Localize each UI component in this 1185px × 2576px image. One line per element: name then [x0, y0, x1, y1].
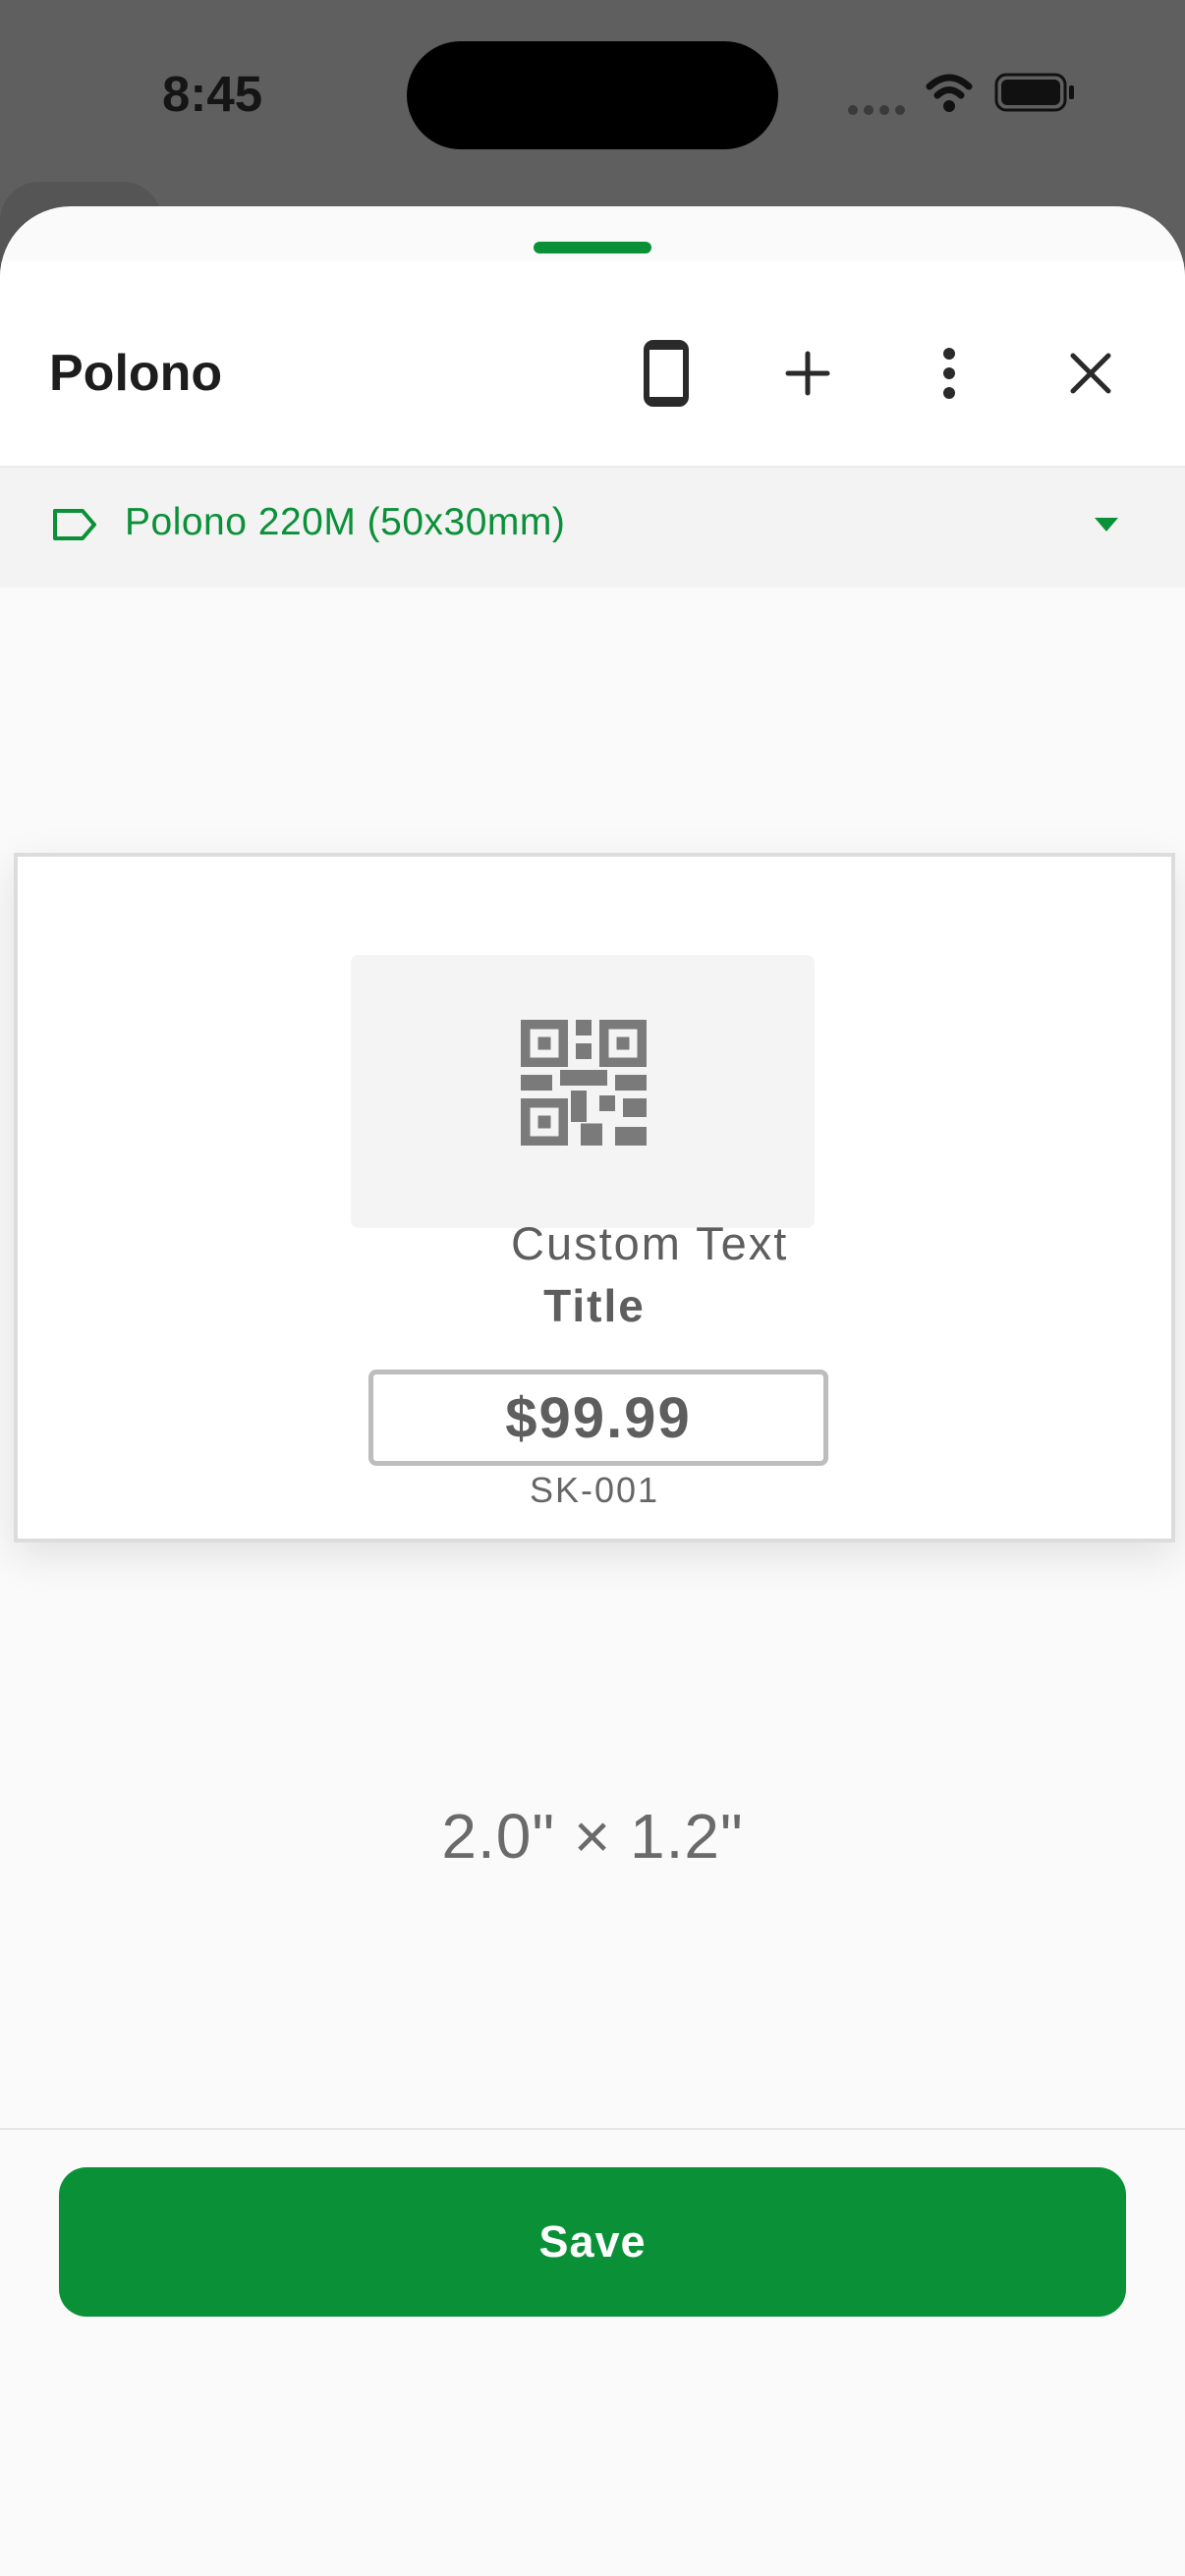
- wifi-icon: [926, 74, 973, 112]
- sheet-title: Polono: [49, 345, 223, 402]
- price-field[interactable]: $99.99: [368, 1370, 828, 1466]
- save-button[interactable]: Save: [59, 2167, 1126, 2317]
- status-icons: [845, 69, 1081, 118]
- sheet-grabber-handle[interactable]: [534, 242, 651, 253]
- label-preview: Custom Text Title $99.99 SK-001: [14, 853, 1175, 1542]
- tag-icon: [53, 509, 96, 540]
- footer-divider: [0, 2128, 1185, 2130]
- close-icon: [1070, 353, 1111, 394]
- custom-text-field[interactable]: Custom Text: [511, 1216, 788, 1270]
- sheet-header: Polono: [0, 261, 1185, 466]
- qr-code-icon: [521, 1020, 647, 1146]
- plus-icon: [785, 351, 830, 396]
- bottom-sheet: Polono Polono 220M (50x30mm) Custom Text…: [0, 206, 1185, 2576]
- status-bar: 8:45: [0, 0, 1185, 196]
- dynamic-island: [407, 41, 778, 149]
- more-options-button[interactable]: [902, 326, 996, 420]
- label-size-dropdown[interactable]: Polono 220M (50x30mm): [0, 466, 1185, 588]
- chevron-down-icon: [1095, 518, 1118, 532]
- cellular-signal-icon: [848, 73, 1074, 115]
- device-button[interactable]: [619, 326, 713, 420]
- battery-icon: [994, 73, 1074, 112]
- close-button[interactable]: [1044, 326, 1138, 420]
- label-title-field[interactable]: Title: [18, 1279, 1171, 1332]
- label-dimensions: 2.0" × 1.2": [441, 1801, 744, 1872]
- sku-field[interactable]: SK-001: [18, 1470, 1171, 1511]
- phone-icon: [644, 340, 689, 407]
- more-vertical-icon: [943, 348, 955, 399]
- label-size-text: Polono 220M (50x30mm): [125, 501, 566, 543]
- price-text: $99.99: [505, 1385, 692, 1450]
- add-button[interactable]: [761, 326, 855, 420]
- status-time: 8:45: [162, 66, 263, 122]
